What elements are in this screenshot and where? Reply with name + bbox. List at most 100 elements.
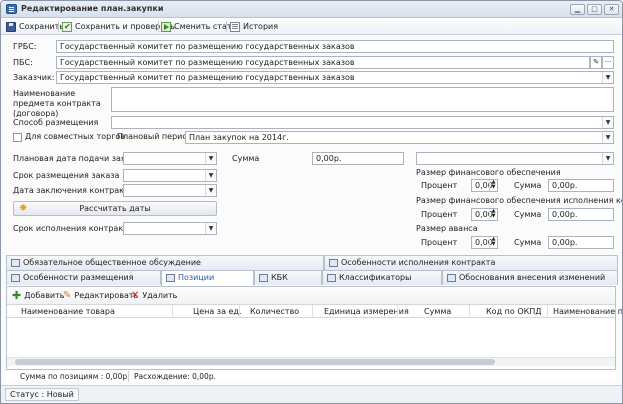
spin-icon[interactable]: ▲ ▼	[489, 237, 497, 248]
fin-percent-label: Процент	[421, 181, 458, 190]
col-separator	[312, 305, 313, 318]
difference-text: Расхождение: 0,00р.	[134, 372, 216, 381]
chevron-down-icon[interactable]: ▼	[205, 153, 216, 164]
col-header[interactable]: Сумма	[424, 307, 451, 316]
tab-label: Обязательное общественное обсуждение	[23, 258, 201, 267]
exec-percent-stepper[interactable]: 0,00 ▲ ▼	[471, 208, 498, 221]
submit-date-picker[interactable]: ▼	[123, 152, 217, 165]
grbs-field[interactable]: Государственный комитет по размещению го…	[56, 40, 614, 53]
contract-date-picker[interactable]: ▼	[123, 184, 217, 197]
plan-period-select[interactable]: План закупок на 2014г. ▼	[185, 131, 614, 144]
chevron-down-icon[interactable]: ▼	[205, 185, 216, 196]
col-header[interactable]: Цена за ед.	[193, 307, 242, 316]
plan-period-value: План закупок на 2014г.	[189, 133, 289, 142]
tab-execution-features[interactable]: Особенности исполнения контракта	[324, 255, 618, 270]
col-separator	[239, 305, 240, 318]
edit-label: Редактировать	[74, 291, 139, 300]
fin-percent-stepper[interactable]: 0,00 ▲ ▼	[471, 179, 498, 192]
tab-placement-features[interactable]: Особенности размещения	[6, 270, 161, 285]
exec-term-picker[interactable]: ▼	[123, 222, 217, 235]
toolbar: Сохранить ✔ Сохранить и проверить Сменит…	[1, 18, 622, 35]
advance-sum-field[interactable]: 0,00р.	[548, 236, 614, 249]
tab-label: Обоснования внесения изменений	[459, 273, 606, 282]
edit-button[interactable]: ✎ Редактировать	[63, 289, 138, 302]
window-icon	[6, 4, 17, 14]
sun-icon: ✸	[19, 203, 28, 214]
maximize-button[interactable]: □	[587, 4, 602, 15]
spin-icon[interactable]: ▲ ▼	[489, 209, 497, 220]
tab-row-2: Особенности размещения Позиции КБК Класс…	[6, 270, 618, 286]
scroll-thumb[interactable]	[15, 359, 495, 365]
tab-icon	[329, 259, 338, 267]
tab-icon	[327, 274, 336, 282]
col-separator	[397, 305, 398, 318]
finance-type-select[interactable]: ▼	[416, 152, 614, 165]
advance-percent-stepper[interactable]: 0,00 ▲ ▼	[471, 236, 498, 249]
chevron-down-icon[interactable]: ▼	[602, 72, 613, 83]
exec-sum-field[interactable]: 0,00р.	[548, 208, 614, 221]
positions-panel: ✚ Добавить ✎ Редактировать ✕ Удалить Наи…	[6, 286, 622, 370]
tab-row-1: Обязательное общественное обсуждение Осо…	[6, 255, 618, 270]
ellipsis-icon[interactable]: ···	[602, 56, 614, 69]
joint-checkbox[interactable]	[13, 133, 22, 142]
plan-period-label: Плановый период	[117, 132, 193, 141]
fin-sum-label: Сумма	[514, 181, 542, 190]
tab-icon	[11, 259, 20, 267]
tab-classifiers[interactable]: Классификаторы	[322, 270, 442, 285]
advance-label: Размер аванса	[416, 224, 478, 233]
spin-icon[interactable]: ▲ ▼	[489, 180, 497, 191]
exec-percent-label: Процент	[421, 210, 458, 219]
fin-sum-field[interactable]: 0,00р.	[548, 179, 614, 192]
pbs-field[interactable]: Государственный комитет по размещению го…	[56, 56, 590, 69]
pbs-label: ПБС:	[13, 58, 33, 67]
method-label: Способ размещения	[13, 118, 99, 127]
contract-date-label: Дата заключения контракта	[13, 186, 134, 195]
method-select[interactable]: ▼	[111, 116, 614, 129]
order-term-picker[interactable]: ▼	[123, 169, 217, 182]
title-bar: Редактирование план.закупки ▁ □ ✕	[1, 1, 622, 18]
tab-kbk[interactable]: КБК	[254, 270, 322, 285]
positions-sum-text: Сумма по позициям : 0,00р.	[20, 372, 130, 381]
advance-sum-label: Сумма	[514, 238, 542, 247]
change-status-button[interactable]: Сменить статус	[161, 20, 241, 33]
add-button[interactable]: ✚ Добавить	[12, 289, 65, 302]
tab-change-reasons[interactable]: Обоснования внесения изменений	[442, 270, 618, 285]
chevron-down-icon[interactable]: ▼	[205, 170, 216, 181]
col-header[interactable]: Наименование п	[553, 307, 622, 316]
col-header[interactable]: Наименование товара	[21, 307, 115, 316]
close-button[interactable]: ✕	[604, 4, 619, 15]
tab-label: Особенности исполнения контракта	[341, 258, 496, 267]
chevron-down-icon[interactable]: ▼	[205, 223, 216, 234]
submit-date-label: Плановая дата подачи заявки	[13, 154, 141, 163]
tab-public-discussion[interactable]: Обязательное общественное обсуждение	[6, 255, 324, 270]
order-term-label: Срок размещения заказа	[13, 171, 120, 180]
history-icon	[230, 21, 240, 32]
history-button[interactable]: История	[230, 20, 278, 33]
chevron-down-icon[interactable]: ▼	[602, 132, 613, 143]
customer-value: Государственный комитет по размещению го…	[60, 73, 355, 82]
chevron-down-icon[interactable]: ▼	[602, 117, 613, 128]
sum-field[interactable]: 0,00р.	[312, 152, 404, 165]
minimize-button[interactable]: ▁	[570, 4, 585, 15]
delete-button[interactable]: ✕ Удалить	[131, 289, 177, 302]
summary-bar: Сумма по позициям : 0,00р. Расхождение: …	[6, 371, 616, 383]
grid-toolbar: ✚ Добавить ✎ Редактировать ✕ Удалить	[7, 287, 615, 304]
floppy-icon	[6, 21, 16, 32]
col-header[interactable]: Количество	[250, 307, 299, 316]
add-label: Добавить	[24, 291, 65, 300]
calculate-dates-button[interactable]: ✸ Рассчитать даты	[13, 201, 217, 216]
tab-positions[interactable]: Позиции	[161, 270, 254, 286]
customer-select[interactable]: Государственный комитет по размещению го…	[56, 71, 614, 84]
chevron-down-icon[interactable]: ▼	[602, 153, 613, 164]
save-button[interactable]: Сохранить	[6, 20, 64, 33]
horizontal-scrollbar[interactable]	[7, 357, 615, 366]
pencil-icon[interactable]: ✎	[590, 56, 602, 69]
subject-textarea[interactable]	[111, 87, 614, 112]
exec-term-label: Срок исполнения контракта	[13, 224, 133, 233]
toolbar-separator	[226, 21, 227, 32]
customer-label: Заказчик:	[13, 73, 55, 82]
joint-label: Для совместных торгов	[25, 132, 126, 141]
delete-icon: ✕	[131, 289, 140, 301]
tab-label: Особенности размещения	[23, 273, 134, 282]
col-header[interactable]: Код по ОКПД	[486, 307, 542, 316]
